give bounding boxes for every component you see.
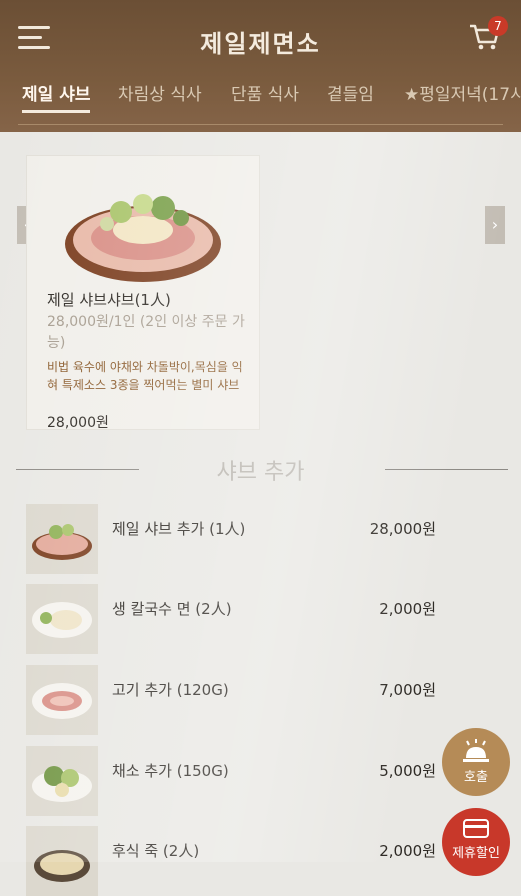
menu-item[interactable]: 채소 추가 (150G) 5,000원 — [26, 746, 446, 816]
featured-menu-card[interactable]: 제일 샤브샤브(1人) 28,000원/1인 (2인 이상 주문 가능) 비법 … — [26, 155, 260, 431]
menu-item-price: 2,000원 — [379, 842, 436, 860]
featured-item-name: 제일 샤브샤브(1人) — [47, 291, 171, 309]
tab-side-dishes[interactable]: 곁들임 — [327, 80, 374, 105]
call-staff-button[interactable]: 호출 — [442, 728, 510, 796]
vegetables-thumbnail — [26, 746, 98, 816]
brand-logo: 제일제면소 — [200, 29, 321, 58]
featured-description: 비법 육수에 야채와 차돌박이,목심을 익혀 특제소스 3종을 찍어먹는 별미 … — [47, 360, 243, 392]
partner-discount-button[interactable]: 제휴할인 — [442, 808, 510, 876]
menu-item[interactable]: 후식 죽 (2人) 2,000원 — [26, 826, 446, 896]
menu-item-price: 2,000원 — [379, 600, 436, 618]
category-tabs: 제일 샤브 차림상 식사 단품 식사 곁들임 ★평일저녁(17시 — [0, 80, 521, 120]
featured-price-note: 28,000원/1인 (2인 이상 주문 가능) — [47, 314, 245, 351]
cart-button[interactable]: 7 — [468, 16, 508, 54]
tab-set-meal[interactable]: 차림상 식사 — [118, 80, 202, 105]
cart-count-badge: 7 — [488, 16, 508, 36]
menu-item[interactable]: 제일 샤브 추가 (1人) 28,000원 — [26, 504, 446, 574]
noodles-thumbnail — [26, 584, 98, 654]
tab-single-meal[interactable]: 단품 식사 — [231, 80, 299, 105]
tab-jeil-shabu[interactable]: 제일 샤브 — [22, 80, 90, 105]
partner-discount-label: 제휴할인 — [452, 846, 500, 861]
header-bar: 제일제면소 7 제일 샤브 차림상 식사 단품 식사 곁들임 ★평일저녁(17시 — [0, 0, 521, 132]
shabu-platter-image — [65, 194, 221, 282]
menu-item-name: 제일 샤브 추가 (1人) — [112, 520, 246, 538]
menu-item-price: 5,000원 — [379, 762, 436, 780]
carousel-next-button[interactable]: › — [485, 206, 505, 244]
active-tab-indicator — [22, 110, 90, 113]
menu-item-price: 28,000원 — [369, 520, 436, 538]
menu-item-price: 7,000원 — [379, 681, 436, 699]
menu-item[interactable]: 생 칼국수 면 (2人) 2,000원 — [26, 584, 446, 654]
section-title: 샤브 추가 — [216, 460, 305, 485]
porridge-thumbnail — [26, 826, 98, 896]
menu-item[interactable]: 고기 추가 (120G) 7,000원 — [26, 665, 446, 735]
featured-price: 28,000원 — [47, 415, 109, 431]
tab-weekday-dinner[interactable]: ★평일저녁(17시 — [404, 80, 521, 105]
meat-thumbnail — [26, 665, 98, 735]
menu-item-name: 생 칼국수 면 (2人) — [112, 600, 232, 618]
menu-item-name: 후식 죽 (2人) — [112, 842, 200, 860]
card-icon — [463, 819, 489, 838]
header-divider — [18, 124, 503, 125]
call-staff-label: 호출 — [464, 770, 488, 785]
menu-item-name: 채소 추가 (150G) — [112, 762, 229, 780]
menu-item-name: 고기 추가 (120G) — [112, 681, 229, 699]
shabu-extra-thumbnail — [26, 504, 98, 574]
section-divider-right — [385, 469, 508, 470]
bell-icon — [463, 739, 489, 762]
